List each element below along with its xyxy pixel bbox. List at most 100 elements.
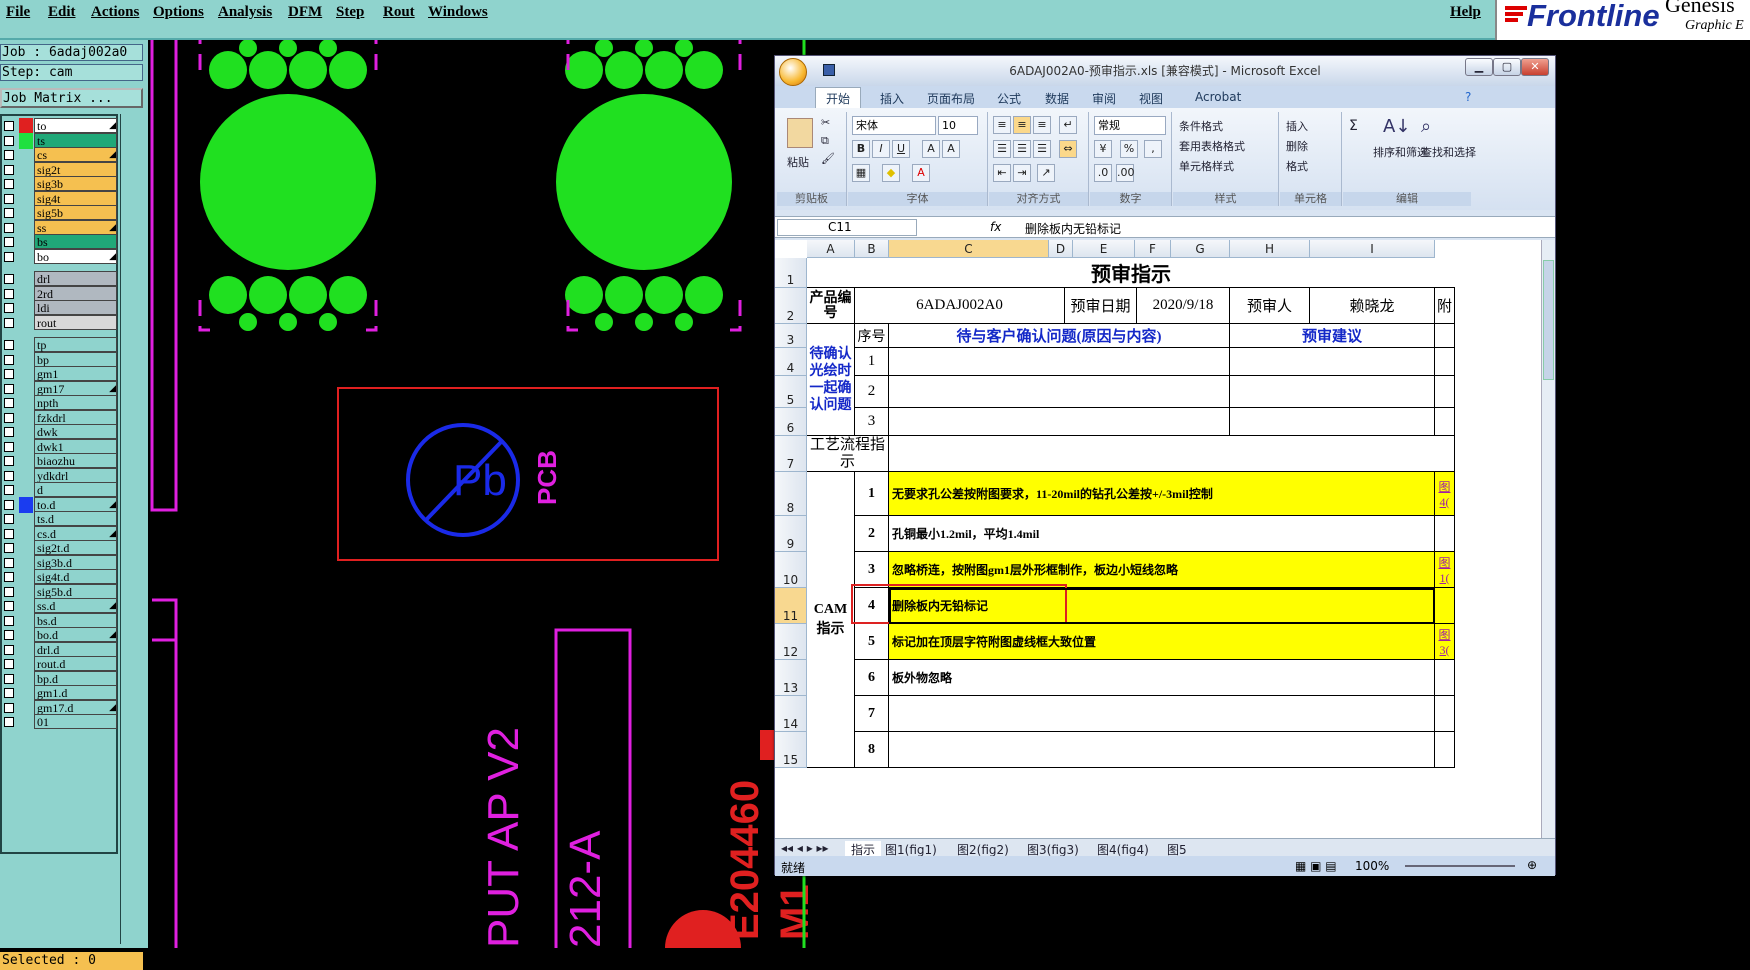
layer-name[interactable]: bs.d [34,612,117,628]
confirm-header[interactable]: 待与客户确认问题(原因与内容) [889,324,1230,348]
excel-title-bar[interactable]: 6ADAJ002A0-预审指示.xls [兼容模式] - Microsoft E… [775,56,1555,86]
layer-checkbox[interactable] [4,398,14,408]
minimize-button[interactable]: ▁ [1465,58,1493,76]
item-number[interactable]: 8 [855,732,889,768]
row-header[interactable]: 15 [775,732,807,768]
column-header[interactable]: I [1310,240,1435,258]
menu-step[interactable]: Step [336,4,364,21]
item-reference[interactable] [1435,696,1455,732]
maximize-button[interactable]: ▢ [1493,58,1521,76]
column-header[interactable]: G [1171,240,1230,258]
column-header[interactable]: C [889,240,1049,258]
layer-name[interactable]: sig3b.d [34,554,117,570]
layer-name[interactable]: ts [34,132,117,148]
layer-checkbox[interactable] [4,586,14,597]
tab-review[interactable]: 审阅 [1092,90,1116,107]
item-number[interactable]: 5 [855,624,889,660]
align-top-icon[interactable]: ≡ [993,116,1011,134]
menu-windows[interactable]: Windows [428,4,488,21]
layer-name[interactable]: bs [34,234,117,249]
formula-input[interactable]: 删除板内无铅标记 [1025,220,1121,237]
suggest-header[interactable]: 预审建议 [1230,324,1435,348]
row-header[interactable]: 6 [775,408,807,436]
menu-help[interactable]: Help [1450,4,1481,21]
layer-checkbox[interactable] [4,543,14,553]
column-header[interactable]: H [1230,240,1310,258]
layer-checkbox[interactable] [4,303,14,313]
layer-name[interactable]: rout [34,314,117,330]
layer-checkbox[interactable] [4,557,14,568]
format-cells-button[interactable]: 格式 [1286,158,1308,174]
layer-name[interactable]: ss.d [34,598,117,613]
fill-color-icon[interactable]: ◆ [882,164,900,182]
tab-insert[interactable]: 插入 [880,90,904,107]
layer-checkbox[interactable] [4,702,14,713]
cam-instruction-label[interactable]: CAM指示 [807,472,855,768]
layer-checkbox[interactable] [4,514,14,524]
tab-data[interactable]: 数据 [1045,90,1069,107]
row-header[interactable]: 14 [775,696,807,732]
layer-name[interactable]: sig4t.d [34,569,117,584]
layer-checkbox[interactable] [4,288,14,299]
item-text[interactable] [889,696,1435,732]
layer-checkbox[interactable] [4,572,14,582]
layer-name[interactable]: sig2t [34,161,117,177]
align-middle-icon[interactable]: ≡ [1013,116,1031,134]
currency-icon[interactable]: ¥ [1094,140,1112,158]
layer-row[interactable]: bo ◢ [2,248,120,265]
menu-rout[interactable]: Rout [383,4,415,21]
row-header[interactable]: 4 [775,348,807,376]
zoom-in-icon[interactable]: ⊕ [1527,858,1537,872]
layer-checkbox[interactable] [4,150,14,160]
pending-confirm-label[interactable]: 待确认光绘时一起确认问题 [807,324,855,436]
column-header[interactable]: B [855,240,889,258]
paste-button[interactable]: 粘贴 [787,154,809,170]
layer-checkbox[interactable] [4,274,14,284]
format-as-table-button[interactable]: 套用表格格式 [1179,138,1245,154]
layer-checkbox[interactable] [4,164,14,175]
layer-checkbox[interactable] [4,237,14,247]
layer-name[interactable]: ts.d [34,511,117,526]
layer-name[interactable]: cs.d [34,525,117,541]
row-header[interactable]: 7 [775,436,807,472]
item-text[interactable]: 孔铜最小1.2mil，平均1.4mil [889,516,1435,552]
underline-icon[interactable]: U [892,140,910,158]
orientation-icon[interactable]: ↗ [1037,164,1055,182]
paste-icon[interactable] [787,118,813,148]
layer-name[interactable]: gm1.d [34,685,117,700]
layer-checkbox[interactable] [4,499,14,510]
layer-checkbox[interactable] [4,630,14,640]
cell-styles-button[interactable]: 单元格样式 [1179,158,1234,174]
suggestion-text[interactable] [1230,348,1435,376]
row-header[interactable]: 1 [775,258,807,288]
layer-name[interactable]: 2rd [34,285,117,301]
reviewer-label[interactable]: 预审人 [1230,288,1310,324]
layer-name[interactable]: dwk1 [34,438,117,454]
layer-name[interactable]: sig3b [34,176,117,191]
question-text[interactable] [889,348,1230,376]
layer-checkbox[interactable] [4,135,14,146]
layer-checkbox[interactable] [4,383,14,394]
layer-checkbox[interactable] [4,441,14,452]
row-header[interactable]: 12 [775,624,807,660]
layer-name[interactable]: tp [34,337,117,352]
font-color-icon[interactable]: A [912,164,930,182]
layer-checkbox[interactable] [4,412,14,423]
autosum-icon[interactable]: Σ [1349,118,1358,134]
layer-checkbox[interactable] [4,340,14,350]
item-number[interactable]: 7 [855,696,889,732]
item-reference[interactable] [1435,588,1455,624]
align-center-icon[interactable]: ☰ [1013,140,1031,158]
layer-name[interactable]: cs [34,147,117,162]
comma-icon[interactable]: , [1144,140,1162,158]
percent-icon[interactable]: % [1120,140,1138,158]
tab-acrobat[interactable]: Acrobat [1195,90,1241,104]
layer-name[interactable]: bo [34,248,117,264]
italic-icon[interactable]: I [872,140,890,158]
layer-name[interactable]: 01 [34,714,117,729]
sort-icon[interactable]: A↓ [1383,116,1410,137]
layer-checkbox[interactable] [4,528,14,539]
cell-empty[interactable] [1435,408,1455,436]
layer-name[interactable]: biaozhu [34,453,117,468]
layer-name[interactable]: sig4t [34,190,117,206]
